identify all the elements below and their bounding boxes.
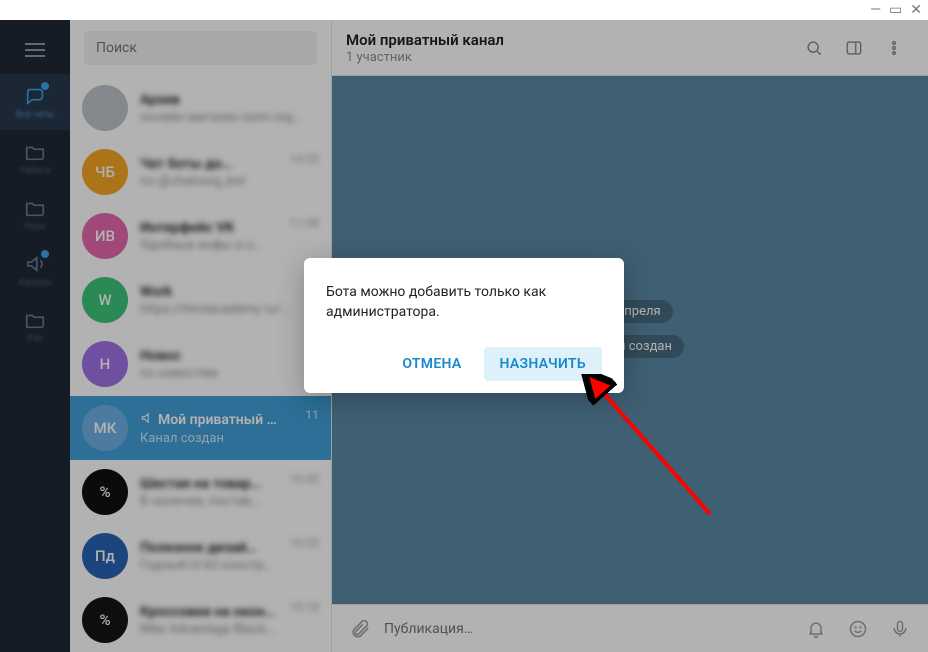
confirm-dialog: Бота можно добавить только как администр… [304, 258, 624, 393]
cancel-button[interactable]: ОТМЕНА [386, 347, 477, 381]
window-minimize-button[interactable]: — [870, 3, 881, 17]
window-close-button[interactable]: ✕ [910, 3, 922, 17]
dialog-message: Бота можно добавить только как администр… [326, 282, 602, 323]
modal-overlay[interactable]: Бота можно добавить только как администр… [0, 20, 928, 652]
window-titlebar: — ▭ ✕ [0, 0, 928, 20]
window-maximize-button[interactable]: ▭ [889, 3, 902, 17]
assign-button[interactable]: НАЗНАЧИТЬ [484, 347, 602, 381]
